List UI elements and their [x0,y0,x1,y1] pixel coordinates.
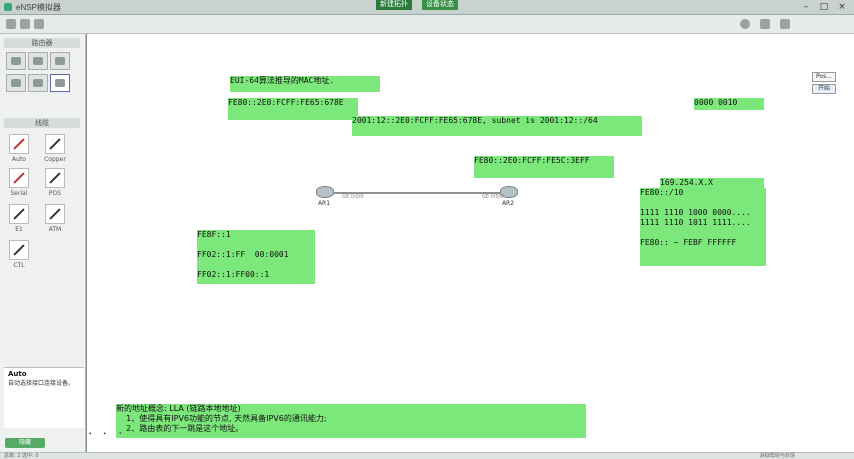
router-type-3[interactable] [50,52,70,70]
note-fe80-right[interactable]: FE80::2E0:FCFF:FE5C:3EFF [474,156,614,178]
notice-new-topology[interactable]: 新建拓扑 [376,0,412,10]
note-lla-range[interactable]: FE80::/10 1111 1110 1000 0000.... 1111 1… [640,188,766,266]
play-icon [55,79,65,87]
link-label-ar2: GE 0/0/0 [482,194,504,200]
router-ar1[interactable]: AR1 [314,184,334,207]
status-counts: 总数: 2 选中: 0 [4,453,39,459]
note-eui64-title[interactable]: EUI-64算法推导的MAC地址. [230,76,380,92]
ctl-cable-icon [9,240,29,260]
pos-cable-icon [45,168,65,188]
router-icon [11,79,21,87]
cable-atm[interactable]: ATM [40,204,70,233]
router-type-6[interactable] [50,74,70,92]
router-type-4[interactable] [6,74,26,92]
link-label-ar1: GE 0/0/0 [342,194,364,200]
open-file-icon[interactable] [20,19,30,29]
settings-icon[interactable] [740,19,750,29]
router-icon [11,57,21,65]
cable-heading: 线缆 [4,118,80,128]
note-binary-small[interactable]: 0000 0010 [694,98,764,110]
title-bar: eNSP模拟器 新建拓扑 设备状态 – □ × [0,0,854,15]
auto-cable-icon [9,134,29,154]
start-button[interactable]: 开始 [812,84,836,94]
window-title: eNSP模拟器 [16,3,61,12]
router-icon [316,186,334,198]
cable-ctl[interactable]: CTL [4,240,34,269]
serial-cable-icon [9,168,29,188]
router-icon [33,79,43,87]
cable-auto[interactable]: Auto [4,134,34,163]
maximize-button[interactable]: □ [818,1,830,13]
hide-panel-button[interactable]: 隐藏 [5,438,45,448]
cable-copper[interactable]: Copper [40,134,70,163]
toolbar [0,15,854,34]
cable-e1[interactable]: E1 [4,204,34,233]
router-icon [33,57,43,65]
cable-pos[interactable]: POS [40,168,70,197]
device-panel: 路由器 线缆 Auto Copper Serial POS E1 ATM CTL… [0,34,86,452]
notice-device-status[interactable]: 设备状态 [422,0,458,10]
router-type-2[interactable] [28,52,48,70]
close-button[interactable]: × [836,1,848,13]
help-feedback-link[interactable]: 获取帮助与反馈 [760,453,795,459]
minimize-button[interactable]: – [800,1,812,13]
note-global-address[interactable]: 2001:12::2E0:FCFF:FE65:678E, subnet is 2… [352,116,642,136]
description-text: 自动选择接口连接设备。 [8,380,75,387]
new-file-icon[interactable] [6,19,16,29]
app-logo-icon [4,3,12,11]
note-fe80-left[interactable]: FE80::2E0:FCFF:FE65:678E [228,98,358,120]
router-type-1[interactable] [6,52,26,70]
canvas-tools[interactable]: ◂ ▸ ▾ [88,430,126,437]
help-icon[interactable] [780,19,790,29]
position-button[interactable]: Pos... [812,72,836,82]
atm-cable-icon [45,204,65,224]
router-heading: 路由器 [4,38,80,48]
e1-cable-icon [9,204,29,224]
copper-cable-icon [45,134,65,154]
topology-icon[interactable] [760,19,770,29]
router-type-5[interactable] [28,74,48,92]
note-lla-concept[interactable]: 新的地址概念: LLA (链路本地地址) 1、使得具有IPV6功能的节点, 天然… [116,404,586,438]
cable-serial[interactable]: Serial [4,168,34,197]
description-title: Auto [8,370,27,378]
canvas-divider [86,34,87,452]
note-link-local[interactable]: FE8F::1 FF02::1:FF 00:0001 FF02::1:FF00:… [197,230,315,284]
description-box: Auto 自动选择接口连接设备。 [4,367,84,428]
router-icon [55,57,65,65]
save-icon[interactable] [34,19,44,29]
